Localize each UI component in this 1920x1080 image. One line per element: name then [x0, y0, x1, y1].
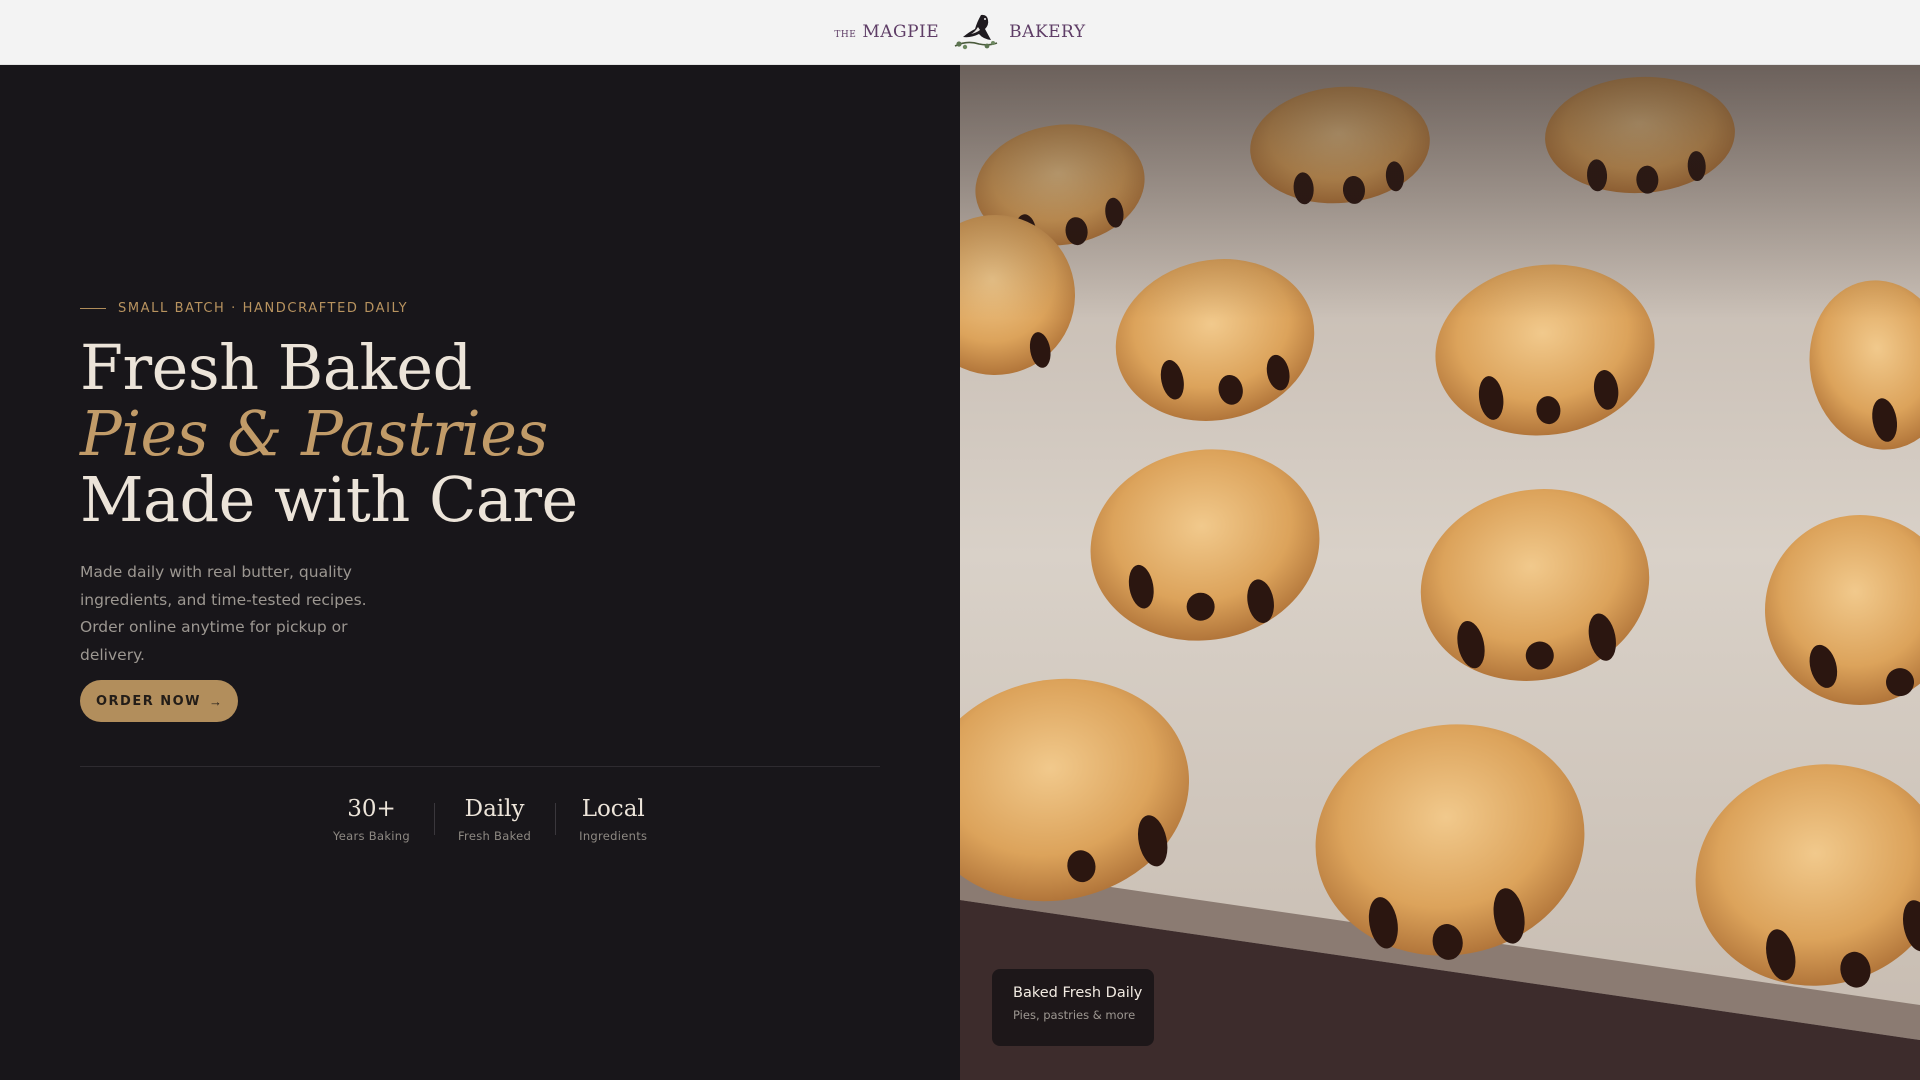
stat-label: Ingredients [579, 829, 648, 843]
stat-value: Daily [464, 796, 525, 822]
pain-au-chocolat-tray-photo [960, 65, 1920, 1080]
stat-value: 30+ [347, 796, 396, 822]
hero-image-panel: Baked Fresh Daily Pies, pastries & more [960, 65, 1920, 1080]
logo-the-text: THE [834, 30, 857, 40]
logo-word-bakery: BAKERY [1009, 22, 1086, 42]
headline-line-1: Fresh Baked [80, 331, 472, 404]
stat-years-baking: 30+ Years Baking [309, 793, 434, 843]
badge-title: Baked Fresh Daily [1013, 985, 1143, 1001]
order-now-button[interactable]: ORDER NOW → [80, 680, 238, 722]
stat-value: Local [581, 796, 645, 822]
baked-fresh-badge: Baked Fresh Daily Pies, pastries & more [992, 969, 1154, 1046]
eyebrow-text: SMALL BATCH · HANDCRAFTED DAILY [118, 301, 409, 316]
badge-subtitle: Pies, pastries & more [1013, 1008, 1136, 1022]
stat-label: Years Baking [333, 829, 410, 843]
hero-description: Made daily with real butter, quality ing… [80, 563, 367, 664]
headline-line-2: Pies & Pastries [80, 397, 548, 470]
magpie-bird-icon [954, 14, 998, 50]
site-logo[interactable]: THE MAGPIE BAKERY [834, 10, 1085, 54]
logo-word-magpie: MAGPIE [862, 22, 940, 42]
eyebrow-rule [80, 308, 106, 309]
stat-local-ingredients: Local Ingredients [555, 793, 671, 843]
order-now-label: ORDER NOW [95, 693, 202, 709]
stats-row: 30+ Years Baking Daily Fresh Baked Local… [309, 793, 671, 843]
hero-headline: Fresh Baked Pies & Pastries Made with Ca… [80, 335, 578, 533]
stats-divider [80, 766, 880, 767]
site-header: THE MAGPIE BAKERY [0, 0, 1920, 65]
stat-fresh-baked: Daily Fresh Baked [433, 793, 555, 843]
stat-label: Fresh Baked [457, 829, 532, 843]
arrow-right-icon: → [209, 693, 223, 709]
hero-eyebrow: SMALL BATCH · HANDCRAFTED DAILY [80, 301, 408, 316]
headline-line-3: Made with Care [80, 463, 578, 536]
hero-text-panel: SMALL BATCH · HANDCRAFTED DAILY Fresh Ba… [0, 65, 960, 1080]
